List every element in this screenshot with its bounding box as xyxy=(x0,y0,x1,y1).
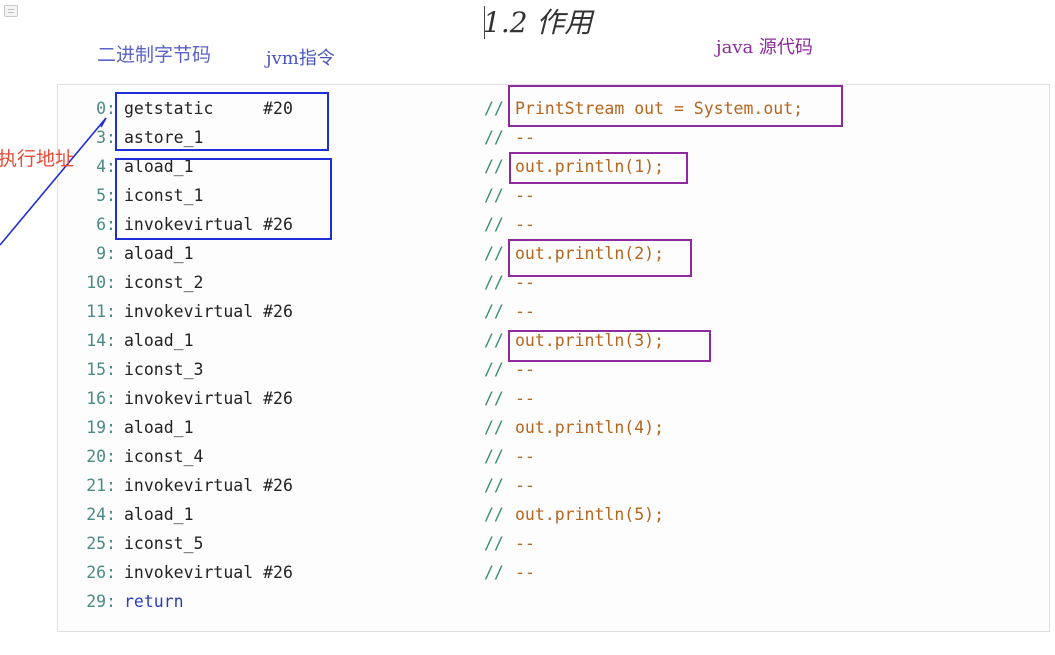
execution-address-label: 执行地址 xyxy=(0,148,75,170)
execution-address-arrow xyxy=(0,117,107,246)
